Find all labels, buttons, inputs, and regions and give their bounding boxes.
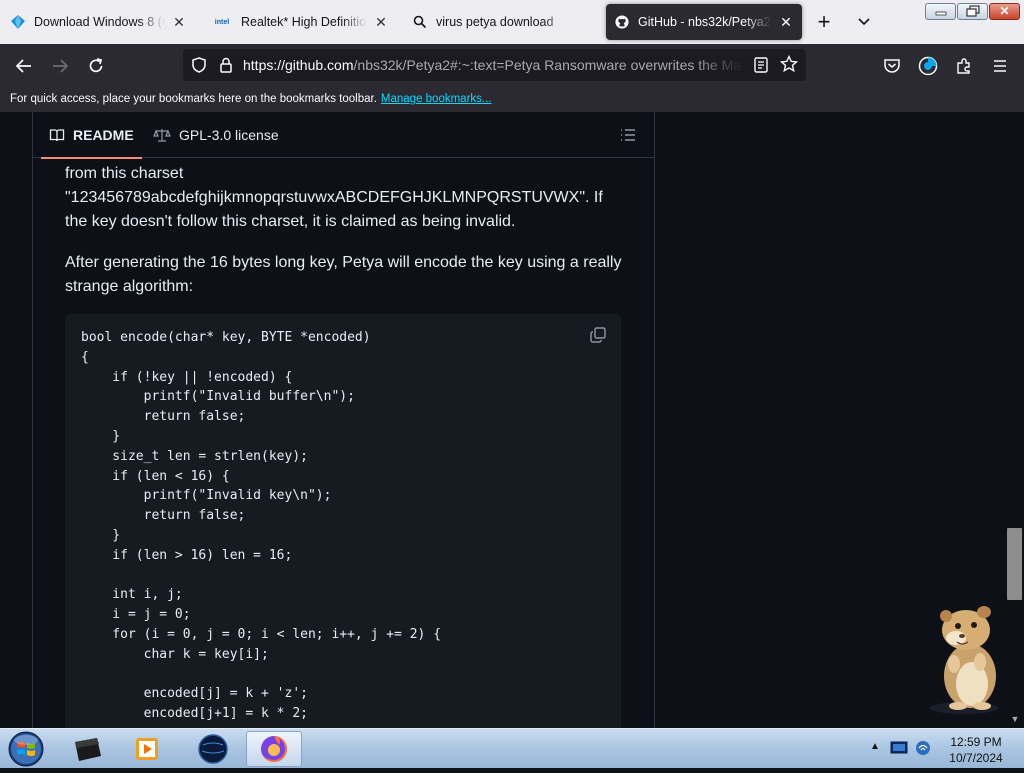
readme-paragraph: from this charset "123456789abcdefghijkm… [65,165,603,230]
manage-bookmarks-link[interactable]: Manage bookmarks... [381,93,492,105]
address-bar[interactable]: https://github.com/nbs32k/Petya2#:~:text… [183,49,806,81]
start-button[interactable] [6,730,46,768]
close-icon[interactable]: ✕ [171,14,187,30]
search-icon [412,14,428,30]
close-icon[interactable] [576,14,592,30]
firefox-icon [261,736,287,762]
tab-download-windows[interactable]: Download Windows 8 (64 bit) ✕ [2,4,195,40]
taskbar-globe[interactable] [185,731,241,767]
account-button[interactable] [916,54,940,78]
media-player-icon [136,738,158,760]
diamond-icon [10,14,26,30]
tab-title: virus petya download [436,15,554,29]
code-content[interactable]: bool encode(char* key, BYTE *encoded) { … [81,328,441,724]
minimize-icon [935,11,947,16]
url-text[interactable]: https://github.com/nbs32k/Petya2#:~:text… [243,49,743,81]
windows-orb-icon [8,731,44,767]
scrollbar-thumb[interactable] [1007,528,1022,600]
forward-arrow-icon [53,59,69,73]
tab-virus-search[interactable]: virus petya download [404,4,600,40]
book-icon [49,129,65,142]
hamburger-menu-icon [994,60,1006,72]
windows-taskbar: ▲ 12:59 PM 10/7/2024 [0,728,1024,768]
url-path: /nbs32k/Petya2#:~:text=Petya Ransomware … [353,57,742,73]
new-tab-button[interactable]: + [812,11,836,33]
list-outline-icon [621,129,635,141]
show-hidden-icons-icon[interactable]: ▲ [870,741,880,752]
media-box-icon [75,738,101,761]
restore-icon [966,5,980,17]
readme-paragraph: After generating the 16 bytes long key, … [65,254,622,295]
outline-button[interactable] [619,126,637,144]
tab-realtek[interactable]: intel Realtek* High Definition Audio ✕ [203,4,397,40]
page-content: README GPL-3.0 license from this charset… [0,112,1024,728]
minimize-button[interactable] [925,3,956,20]
system-tray: ▲ 12:59 PM 10/7/2024 [866,729,1024,769]
code-block: bool encode(char* key, BYTE *encoded) { … [65,314,621,728]
tracking-shield-icon[interactable] [190,56,208,79]
copy-icon [590,327,606,343]
taskbar-firefox[interactable] [246,731,302,767]
puzzle-icon [957,58,970,74]
tab-readme-label: README [73,127,134,143]
tab-license[interactable]: GPL-3.0 license [153,112,279,158]
tab-title: GitHub - nbs32k/Petya2: A [638,15,772,29]
readme-header: README GPL-3.0 license [33,112,654,159]
chevron-down-icon [858,18,870,26]
hamster-desktop-pet[interactable] [924,600,1010,716]
bookmarks-toolbar: For quick access, place your bookmarks h… [0,86,1024,112]
pocket-button[interactable] [880,54,904,78]
url-host: https://github.com [243,57,354,73]
back-button[interactable] [12,54,36,78]
pocket-icon [884,59,900,73]
action-center-icon[interactable] [890,740,908,759]
copy-code-button[interactable] [589,326,607,344]
taskbar-media-box[interactable] [60,731,116,767]
tab-title: Realtek* High Definition Audio [241,15,367,29]
forward-button[interactable] [48,54,72,78]
close-window-button[interactable]: ✕ [989,3,1020,20]
tab-readme[interactable]: README [41,112,142,159]
close-icon[interactable]: ✕ [373,14,389,30]
bookmarks-hint: For quick access, place your bookmarks h… [10,93,377,105]
tab-github-petya2[interactable]: GitHub - nbs32k/Petya2: A ✕ [606,4,802,40]
taskbar-media-player[interactable] [120,731,176,767]
bookmark-star-icon[interactable] [779,54,799,78]
restore-button[interactable] [957,3,988,20]
list-all-tabs-button[interactable] [852,12,876,32]
tab-title: Download Windows 8 (64 bit) [34,15,165,29]
reload-icon [89,58,103,73]
network-icon[interactable] [914,739,932,760]
account-icon [918,56,938,76]
tab-strip: Download Windows 8 (64 bit) ✕ intel Real… [0,0,1024,44]
github-icon [614,14,630,30]
scroll-down-arrow-icon[interactable]: ▼ [1008,712,1022,726]
globe-icon [198,734,228,764]
law-scale-icon [153,129,171,142]
intel-icon: intel [214,18,230,26]
clock-date[interactable]: 10/7/2024 [941,751,1011,765]
tab-license-label: GPL-3.0 license [179,127,279,143]
app-menu-button[interactable] [988,54,1012,78]
reload-button[interactable] [84,54,108,78]
back-arrow-icon [15,59,31,73]
close-icon[interactable]: ✕ [778,14,794,30]
clock-time[interactable]: 12:59 PM [941,735,1011,749]
lock-icon[interactable] [218,56,234,79]
extensions-button[interactable] [952,54,976,78]
reader-view-icon[interactable] [753,56,769,79]
